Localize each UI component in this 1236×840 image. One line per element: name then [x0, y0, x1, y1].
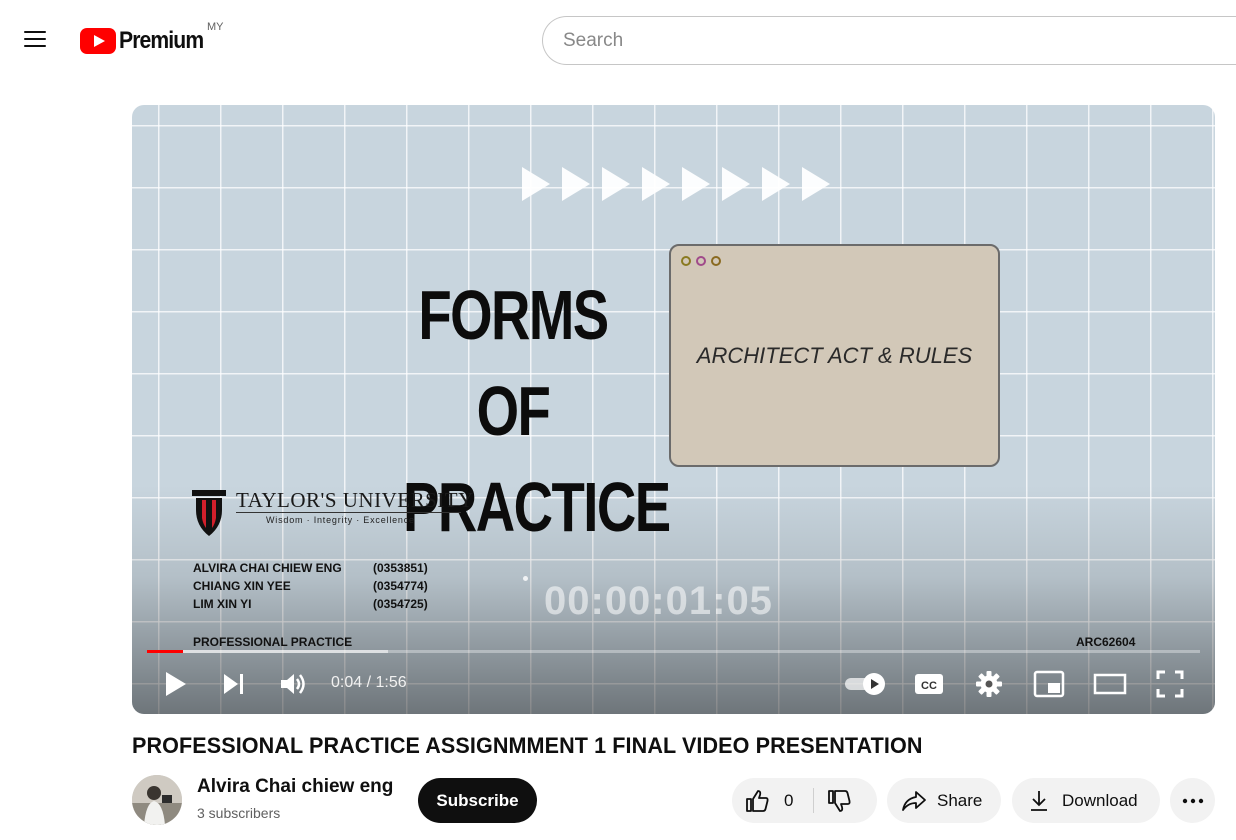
window-dot-icon — [711, 256, 721, 266]
play-icon[interactable] — [164, 671, 188, 697]
slide-window-graphic: ARCHITECT ACT & RULES — [669, 244, 1000, 467]
window-dot-icon — [696, 256, 706, 266]
member-id: (0354774) — [373, 579, 428, 593]
more-actions-button[interactable] — [1170, 778, 1215, 823]
region-code: MY — [207, 21, 224, 33]
arrow-decoration — [522, 167, 838, 201]
arrow-icon — [762, 167, 790, 201]
youtube-play-icon — [80, 28, 116, 54]
miniplayer-icon[interactable] — [1033, 670, 1065, 698]
avatar-photo — [132, 775, 182, 825]
arrow-icon — [562, 167, 590, 201]
arrow-icon — [602, 167, 630, 201]
member-id: (0354725) — [373, 597, 428, 611]
progress-bar[interactable] — [147, 650, 1200, 653]
subscriber-count: 3 subscribers — [197, 805, 281, 821]
member-id: (0353851) — [373, 561, 428, 575]
decorative-dot — [523, 576, 528, 581]
logo-text: Premium — [119, 27, 204, 54]
university-name: TAYLOR'S UNIVERSITY — [236, 488, 474, 512]
fullscreen-icon[interactable] — [1156, 670, 1184, 698]
download-icon — [1031, 790, 1047, 811]
member-name: LIM XIN YI — [193, 597, 252, 611]
arrow-icon — [722, 167, 750, 201]
like-divider — [813, 788, 814, 813]
share-arrow-icon — [902, 790, 926, 811]
channel-name[interactable]: Alvira Chai chiew eng — [197, 776, 393, 798]
like-count: 0 — [784, 790, 794, 810]
overlay-timecode: 00:00:01:05 — [544, 579, 773, 623]
autoplay-toggle-icon[interactable] — [844, 672, 888, 696]
captions-icon[interactable]: CC — [914, 672, 944, 696]
share-label: Share — [937, 790, 983, 810]
time-display: 0:04 / 1:56 — [331, 674, 407, 691]
window-dot-icon — [681, 256, 691, 266]
arrow-icon — [642, 167, 670, 201]
volume-icon[interactable] — [280, 671, 308, 697]
university-shield-icon — [192, 490, 226, 536]
download-button[interactable]: Download — [1012, 778, 1160, 823]
settings-gear-icon[interactable] — [975, 670, 1003, 698]
progress-played — [147, 650, 183, 653]
menu-icon[interactable] — [22, 28, 48, 50]
university-divider — [236, 512, 461, 513]
like-button[interactable]: 0 — [732, 778, 793, 823]
thumbs-up-icon — [746, 789, 769, 812]
subscribe-button[interactable]: Subscribe — [418, 778, 537, 823]
progress-buffered — [147, 650, 389, 653]
course-code: ARC62604 — [1076, 635, 1136, 649]
more-horizontal-icon — [1182, 798, 1203, 803]
arrow-icon — [802, 167, 830, 201]
course-name: PROFESSIONAL PRACTICE — [193, 635, 353, 649]
channel-avatar[interactable] — [132, 775, 182, 825]
window-label: ARCHITECT ACT & RULES — [696, 343, 973, 368]
slide-title-line: FORMS OF — [418, 276, 609, 450]
video-player[interactable]: FORMS OF PRACTICE ARCHITECT ACT & RULES … — [132, 105, 1215, 714]
thumbs-down-icon[interactable] — [826, 788, 852, 814]
next-icon[interactable] — [222, 672, 246, 696]
download-label: Download — [1062, 790, 1138, 810]
svg-text:CC: CC — [921, 680, 937, 692]
share-button[interactable]: Share — [887, 778, 1001, 823]
search-input[interactable] — [542, 16, 1236, 65]
video-title: PROFESSIONAL PRACTICE ASSIGNMMENT 1 FINA… — [132, 733, 923, 758]
university-motto: Wisdom · Integrity · Excellence — [266, 515, 415, 525]
arrow-icon — [522, 167, 550, 201]
youtube-premium-logo[interactable]: Premium — [80, 27, 215, 55]
member-name: CHIANG XIN YEE — [193, 579, 291, 593]
like-dislike-group: 0 — [732, 778, 877, 823]
theater-mode-icon[interactable] — [1093, 672, 1127, 696]
arrow-icon — [682, 167, 710, 201]
member-name: ALVIRA CHAI CHIEW ENG — [193, 561, 342, 575]
